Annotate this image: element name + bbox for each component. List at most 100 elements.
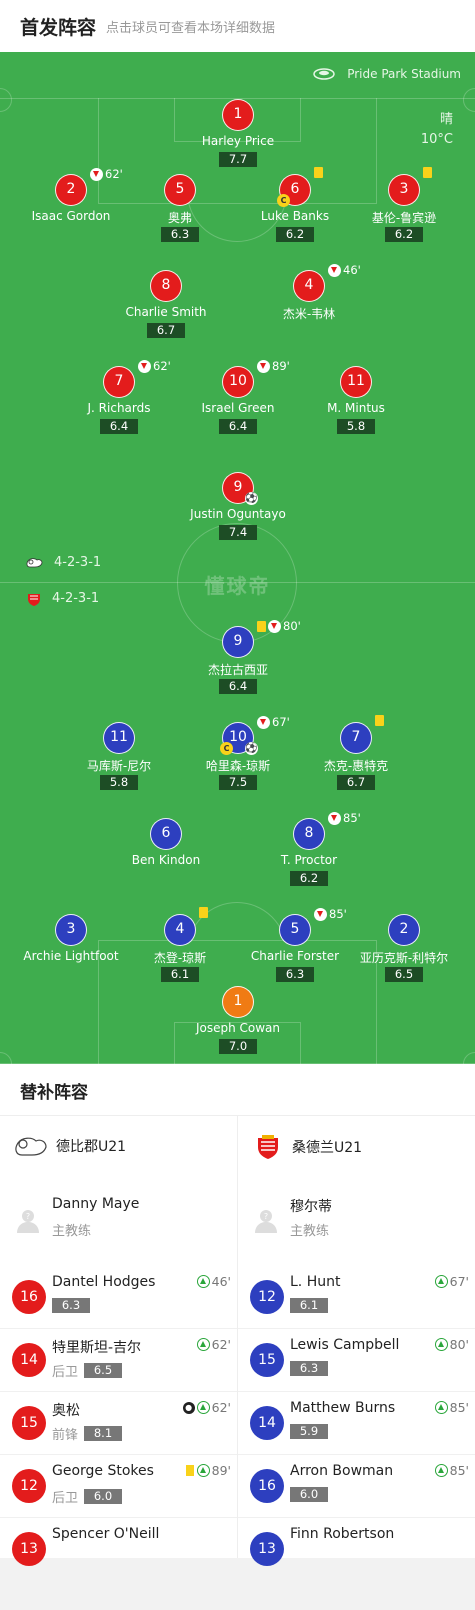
shirt-number: 7 bbox=[340, 722, 372, 754]
player-meta: 6.3 bbox=[290, 1361, 328, 1376]
sub-out-icon bbox=[257, 359, 270, 373]
sub-events: 62' bbox=[196, 1337, 231, 1352]
player-name: 亚历克斯-利特尔 bbox=[359, 951, 449, 965]
sub-player-row[interactable]: 15 Lewis Campbell 6.3 80' bbox=[238, 1329, 475, 1392]
home-player-3[interactable]: 3 基伦-鲁宾逊 6.2 bbox=[344, 167, 464, 246]
away-player-1[interactable]: 1 Joseph Cowan 7.0 bbox=[178, 986, 298, 1058]
shirt-number: 14 bbox=[12, 1343, 46, 1377]
home-player-10[interactable]: 10 89' Israel Green 6.4 bbox=[178, 359, 298, 438]
sub-player-row[interactable]: 14 特里斯坦-吉尔 后卫 6.5 62' bbox=[0, 1329, 237, 1392]
sub-player-row[interactable]: 12 George Stokes 后卫 6.0 89' bbox=[0, 1455, 237, 1518]
player-name: Spencer O'Neill bbox=[52, 1526, 160, 1542]
away-player-10[interactable]: 10 67' C ⚽ 哈里森-琼斯 7.5 bbox=[178, 715, 298, 794]
sub-player-row[interactable]: 14 Matthew Burns 5.9 85' bbox=[238, 1392, 475, 1455]
away-player-9[interactable]: 9 80' 杰拉古西亚 6.4 bbox=[178, 619, 301, 698]
sub-player-row[interactable]: 15 奥松 前锋 8.1 ● 62' bbox=[0, 1392, 237, 1455]
player-events: 62' bbox=[90, 167, 123, 181]
home-coach[interactable]: ? Danny Maye 主教练 bbox=[14, 1196, 234, 1246]
stadium-name: Pride Park Stadium bbox=[347, 67, 461, 81]
stadium-info: Pride Park Stadium bbox=[313, 67, 461, 81]
home-player-11[interactable]: 11 M. Mintus 5.8 bbox=[296, 366, 416, 438]
sub-in-icon bbox=[434, 1401, 448, 1414]
away-player-7[interactable]: 7 杰克-惠特克 6.7 bbox=[296, 715, 416, 794]
player-name: 杰登-琼斯 bbox=[153, 951, 207, 965]
shirt-number: 1 bbox=[222, 986, 254, 1018]
sub-player-row[interactable]: 12 L. Hunt 6.1 67' bbox=[238, 1266, 475, 1329]
sub-minute: 62' bbox=[211, 1400, 231, 1415]
away-player-5[interactable]: 5 85' Charlie Forster 6.3 bbox=[235, 907, 355, 986]
player-rating: 6.0 bbox=[84, 1489, 123, 1504]
sub-minute: 62' bbox=[211, 1337, 231, 1352]
sub-out-icon bbox=[268, 619, 281, 633]
temperature: 10°C bbox=[420, 132, 453, 147]
shirt-number: 13 bbox=[250, 1532, 284, 1566]
player-rating: 6.5 bbox=[84, 1363, 123, 1378]
coach-avatar-icon: ? bbox=[255, 1210, 277, 1233]
coach-name: Danny Maye bbox=[52, 1196, 140, 1212]
player-events bbox=[375, 715, 386, 726]
player-position: 前锋 bbox=[52, 1428, 79, 1443]
captain-icon: C bbox=[277, 194, 290, 207]
sub-minute: 46' bbox=[343, 263, 361, 277]
away-player-2[interactable]: 2 亚历克斯-利特尔 6.5 bbox=[344, 914, 464, 986]
player-rating: 6.3 bbox=[276, 967, 314, 982]
yellow-card-icon bbox=[257, 620, 266, 632]
yellow-card-icon bbox=[423, 167, 432, 178]
home-team: 德比郡U21 bbox=[14, 1134, 126, 1158]
player-events bbox=[314, 167, 325, 178]
home-player-5[interactable]: 5 奥弗 6.3 bbox=[120, 174, 240, 246]
sub-events: 85' bbox=[434, 1463, 469, 1478]
sub-minute: 89' bbox=[272, 359, 290, 373]
home-player-8[interactable]: 8 Charlie Smith 6.7 bbox=[106, 270, 226, 342]
away-team: 桑德兰U21 bbox=[252, 1134, 362, 1160]
home-player-4[interactable]: 4 46' 杰米-韦林 bbox=[249, 263, 369, 342]
sub-in-icon bbox=[196, 1338, 210, 1351]
sub-out-icon bbox=[138, 359, 151, 373]
shirt-number: 15 bbox=[12, 1406, 46, 1440]
player-name: Harley Price bbox=[201, 134, 275, 148]
away-player-6[interactable]: 6 Ben Kindon bbox=[106, 818, 226, 890]
player-name: 杰克-惠特克 bbox=[323, 759, 389, 773]
away-player-11[interactable]: 11 马库斯-尼尔 5.8 bbox=[59, 722, 179, 794]
player-name: Charlie Smith bbox=[125, 305, 207, 319]
sub-in-icon bbox=[434, 1464, 448, 1477]
player-name: Charlie Forster bbox=[250, 949, 340, 963]
sub-player-row[interactable]: 13 Spencer O'Neill bbox=[0, 1518, 237, 1581]
home-player-1[interactable]: 1 Harley Price 7.7 bbox=[178, 99, 298, 171]
player-events: 89' bbox=[257, 359, 290, 373]
player-meta: 6.0 bbox=[290, 1487, 328, 1502]
shirt-number: 12 bbox=[250, 1280, 284, 1314]
away-player-4[interactable]: 4 杰登-琼斯 6.1 bbox=[120, 907, 240, 986]
substitutes-section: 替补阵容 德比郡U21 ? Danny Maye 主教练 16 Dantel H… bbox=[0, 1064, 475, 1566]
player-meta: 前锋 8.1 bbox=[52, 1424, 123, 1443]
home-player-7[interactable]: 7 62' J. Richards 6.4 bbox=[59, 359, 179, 438]
home-formation: 4-2-3-1 bbox=[26, 555, 101, 570]
sunderland-crest-icon bbox=[258, 1135, 278, 1159]
yellow-card-icon bbox=[185, 1465, 194, 1476]
sub-player-row[interactable]: 16 Arron Bowman 6.0 85' bbox=[238, 1455, 475, 1518]
home-player-9[interactable]: 9 ⚽ Justin Oguntayo 7.4 bbox=[178, 472, 298, 544]
sub-minute: 67' bbox=[272, 715, 290, 729]
sub-player-row[interactable]: 13 Finn Robertson bbox=[238, 1518, 475, 1581]
away-coach[interactable]: ? 穆尔蒂 主教练 bbox=[252, 1196, 472, 1246]
sub-player-row[interactable]: 16 Dantel Hodges 6.3 46' bbox=[0, 1266, 237, 1329]
away-player-8[interactable]: 8 85' T. Proctor 6.2 bbox=[249, 811, 369, 890]
lineup-page: 首发阵容 点击球员可查看本场详细数据 Pride Park Stadium 晴 … bbox=[0, 0, 475, 1610]
player-rating: 6.1 bbox=[290, 1298, 328, 1313]
sub-out-icon bbox=[257, 715, 270, 729]
player-rating: 6.0 bbox=[290, 1487, 328, 1502]
sub-minute: 85' bbox=[449, 1400, 469, 1415]
player-name: 杰拉古西亚 bbox=[207, 663, 268, 677]
player-events bbox=[423, 167, 434, 178]
shirt-number: 8 bbox=[293, 818, 325, 850]
player-events bbox=[199, 907, 210, 918]
player-rating: 6.4 bbox=[219, 419, 257, 434]
player-rating: 8.1 bbox=[84, 1426, 123, 1441]
pitch: Pride Park Stadium 晴 10°C 懂球帝 4-2-3-1 4-… bbox=[0, 52, 475, 1064]
player-rating: 6.2 bbox=[290, 871, 328, 886]
sub-minute: 85' bbox=[343, 811, 361, 825]
captain-icon: C bbox=[220, 742, 233, 755]
coach-role: 主教练 bbox=[290, 1224, 330, 1239]
sub-minute: 85' bbox=[449, 1463, 469, 1478]
shirt-number: 15 bbox=[250, 1343, 284, 1377]
